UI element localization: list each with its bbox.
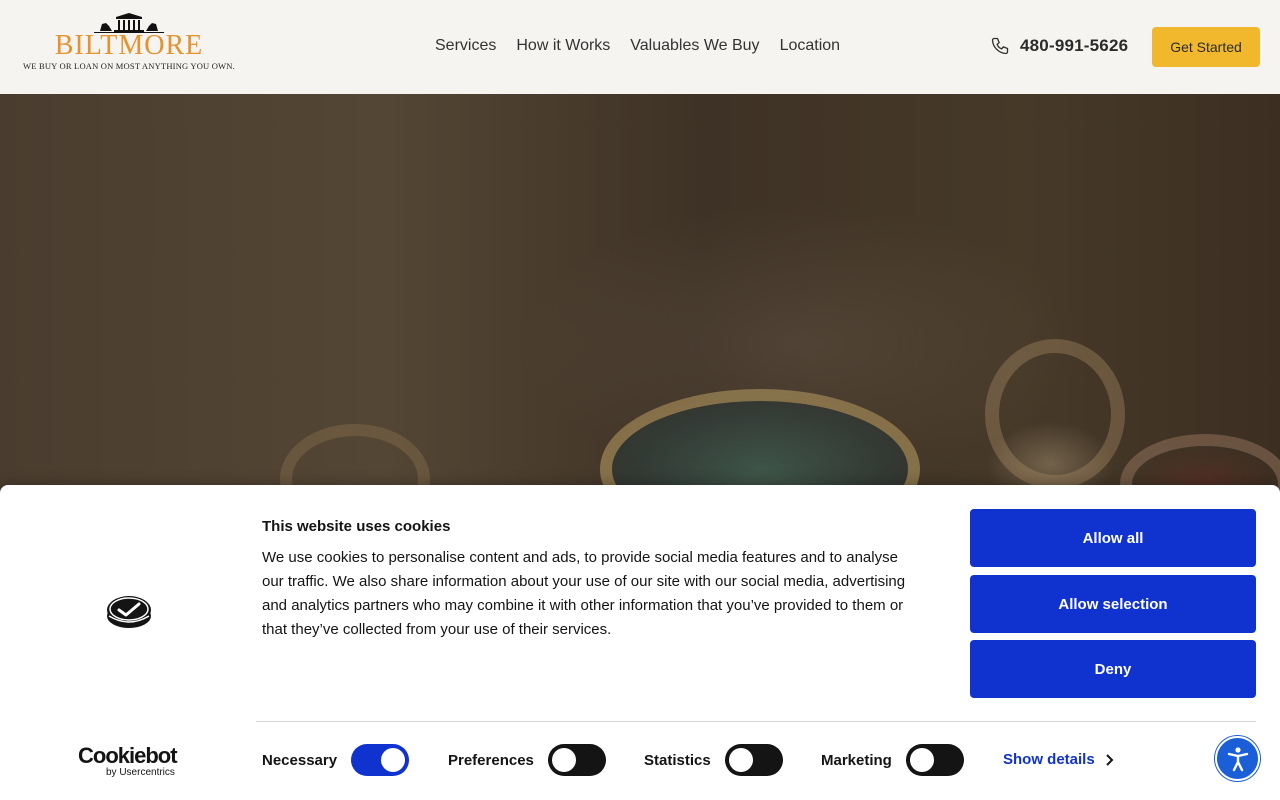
toggle-marketing: Marketing <box>821 744 964 776</box>
chevron-right-icon <box>1105 753 1114 766</box>
phone-number: 480-991-5626 <box>1020 36 1129 55</box>
toggle-label: Preferences <box>448 751 534 769</box>
toggle-necessary: Necessary <box>262 744 410 776</box>
cookiebot-byline: by Usercentrics <box>106 767 175 778</box>
logo-name: BILTMORE <box>54 30 204 61</box>
switch-knob <box>728 748 753 772</box>
necessary-switch[interactable] <box>351 744 410 776</box>
phone-link[interactable]: 480-991-5626 <box>990 36 1128 56</box>
cookie-consent-banner: This website uses cookies We use cookies… <box>0 485 1280 800</box>
logo-tagline: WE BUY OR LOAN ON MOST ANYTHING YOU OWN. <box>23 61 235 71</box>
site-header: BILTMORE WE BUY OR LOAN ON MOST ANYTHING… <box>0 0 1280 94</box>
cookie-description: We use cookies to personalise content an… <box>262 549 906 638</box>
toggle-label: Statistics <box>644 751 711 769</box>
allow-selection-button[interactable]: Allow selection <box>970 575 1256 633</box>
preferences-switch[interactable] <box>547 744 606 776</box>
cookiebot-logo-icon <box>107 596 151 628</box>
allow-all-button[interactable]: Allow all <box>970 509 1256 567</box>
divider <box>256 721 1256 722</box>
statistics-switch[interactable] <box>724 744 783 776</box>
accessibility-icon <box>1227 746 1248 771</box>
ring-decoration <box>985 339 1125 489</box>
cookie-title: This website uses cookies <box>262 518 451 535</box>
nav-location[interactable]: Location <box>770 36 851 56</box>
nav-valuables-we-buy[interactable]: Valuables We Buy <box>620 36 769 56</box>
marketing-switch[interactable] <box>905 744 964 776</box>
toggle-statistics: Statistics <box>644 744 783 776</box>
show-details-label: Show details <box>1003 751 1095 768</box>
main-nav: Services How it Works Valuables We Buy L… <box>425 36 850 56</box>
get-started-button[interactable]: Get Started <box>1152 27 1260 67</box>
accessibility-button[interactable] <box>1215 736 1260 781</box>
cookiebot-wordmark: Cookiebot <box>78 743 178 768</box>
cookiebot-brand[interactable]: Cookiebot by Usercentrics <box>78 745 182 779</box>
switch-knob <box>909 748 934 772</box>
show-details-link[interactable]: Show details <box>1003 751 1115 768</box>
switch-knob <box>551 748 576 772</box>
phone-icon <box>991 37 1009 55</box>
toggle-label: Necessary <box>262 751 338 769</box>
switch-knob <box>381 748 406 772</box>
biltmore-logo[interactable]: BILTMORE WE BUY OR LOAN ON MOST ANYTHING… <box>18 12 240 84</box>
nav-how-it-works[interactable]: How it Works <box>506 36 620 56</box>
deny-button[interactable]: Deny <box>970 640 1256 698</box>
toggle-label: Marketing <box>821 751 892 769</box>
nav-services[interactable]: Services <box>425 36 506 56</box>
toggle-preferences: Preferences <box>448 744 606 776</box>
